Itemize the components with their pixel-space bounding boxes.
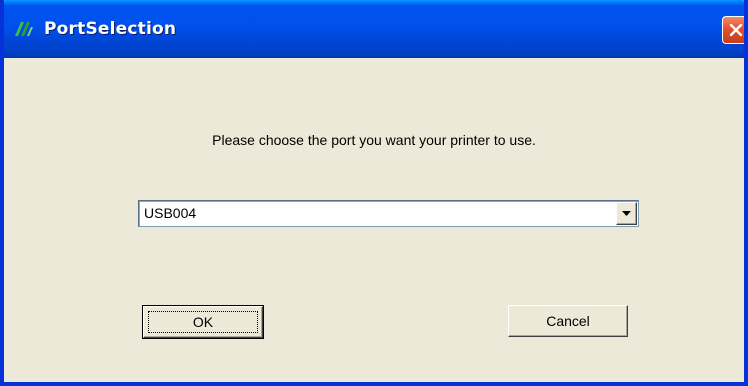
port-select-dropdown-button[interactable] <box>616 202 637 225</box>
cancel-button[interactable]: Cancel <box>508 305 628 337</box>
port-selection-dialog: PortSelection Please choose the port you… <box>0 0 748 386</box>
app-logo-icon <box>14 20 34 38</box>
ok-button-label: OK <box>148 311 258 333</box>
port-select[interactable]: USB004 <box>138 200 639 227</box>
prompt-label: Please choose the port you want your pri… <box>212 132 536 148</box>
close-button[interactable] <box>722 16 744 44</box>
title-bar[interactable]: PortSelection <box>4 0 744 58</box>
window-title: PortSelection <box>44 19 177 39</box>
ok-button[interactable]: OK <box>142 305 264 339</box>
port-select-value: USB004 <box>144 205 197 221</box>
